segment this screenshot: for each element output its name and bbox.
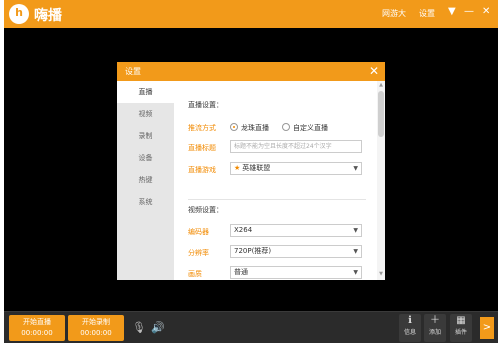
quality-select[interactable]: 普通 ▼ [230,266,362,279]
bottom-toolbar: 开始直播 00:00:00 开始录制 00:00:00 🎙 🔊 ℹ 信息 ＋ 添… [4,311,498,343]
push-method-label: 推流方式 [188,124,216,132]
game-link[interactable]: 网游大 [382,8,406,19]
info-icon: ℹ [408,315,412,326]
plugin-button[interactable]: ▦ 插件 [450,314,472,342]
minimize-icon[interactable]: — [464,6,474,17]
resolution-label: 分辨率 [188,249,209,257]
start-live-button[interactable]: 开始直播 00:00:00 [9,315,65,341]
start-live-label: 开始直播 [23,318,51,326]
plugin-icon: ▦ [456,315,466,326]
resolution-select[interactable]: 720P(推荐) ▼ [230,245,362,258]
info-button[interactable]: ℹ 信息 [399,314,421,342]
dialog-close-icon[interactable]: ✕ [369,64,379,78]
sidebar-item-live[interactable]: 直播 [117,81,174,103]
settings-content: 直播设置： 推流方式 龙珠直播 自定义直播 直播标题 标题不能为空且长度不超过2… [174,81,385,280]
push-option-longzhu-label: 龙珠直播 [241,124,269,132]
app-title: 嗨播 [34,8,62,24]
quality-label: 画质 [188,270,202,278]
encoder-select[interactable]: X264 ▼ [230,224,362,237]
dialog-title-bar: 设置 ✕ [117,62,385,81]
info-label: 信息 [403,329,416,336]
chevron-down-icon: ▼ [353,269,358,276]
speaker-icon[interactable]: 🔊 [151,321,165,334]
close-icon[interactable]: ✕ [482,6,490,17]
chevron-down-icon: ▼ [353,227,358,234]
plugin-label: 插件 [454,329,467,336]
app-window: h 嗨播 网游大 设置 ▼ — ✕ 设置 ✕ 直播 视频 录制 设备 热键 系统… [4,0,498,343]
settings-link[interactable]: 设置 [419,8,435,19]
chevron-down-icon: ▼ [353,248,358,255]
title-bar: h 嗨播 网游大 设置 ▼ — ✕ [4,0,498,28]
sidebar-item-video[interactable]: 视频 [117,103,174,125]
resolution-value: 720P(推荐) [234,247,272,255]
start-record-button[interactable]: 开始录制 00:00:00 [68,315,124,341]
dialog-title: 设置 [125,67,141,76]
settings-dialog: 设置 ✕ 直播 视频 录制 设备 热键 系统 直播设置： 推流方式 龙珠直播 自… [117,62,385,280]
expand-button[interactable]: > [480,317,494,339]
logo-icon: h [9,4,29,24]
live-game-value: 英雄联盟 [242,164,271,172]
sidebar-item-record[interactable]: 录制 [117,125,174,147]
dialog-scrollbar[interactable]: ▲ ▼ [377,81,385,280]
add-label: 添加 [428,329,441,336]
live-game-label: 直播游戏 [188,166,216,174]
push-option-longzhu-radio[interactable] [230,123,238,131]
scroll-down-icon[interactable]: ▼ [377,271,385,277]
sidebar-item-system[interactable]: 系统 [117,191,174,213]
sidebar-item-hotkey[interactable]: 热键 [117,169,174,191]
chevron-down-icon: ▼ [353,165,358,172]
push-option-custom-label: 自定义直播 [293,124,328,132]
record-timer: 00:00:00 [80,329,112,337]
scroll-up-icon[interactable]: ▲ [377,82,385,88]
section-divider [188,199,366,200]
push-option-custom-radio[interactable] [282,123,290,131]
microphone-icon[interactable]: 🎙 [132,321,146,334]
live-section-title: 直播设置： [188,101,223,109]
live-title-input[interactable]: 标题不能为空且长度不超过24个汉字 [230,140,362,153]
live-game-select[interactable]: ★ 英雄联盟 ▼ [230,162,362,175]
add-button[interactable]: ＋ 添加 [424,314,446,342]
settings-sidebar: 直播 视频 录制 设备 热键 系统 [117,81,174,280]
live-title-label: 直播标题 [188,144,216,152]
video-section-title: 视频设置： [188,206,223,214]
menu-dropdown-icon[interactable]: ▼ [448,6,456,17]
quality-value: 普通 [234,268,248,276]
star-icon: ★ [234,164,241,172]
scrollbar-thumb[interactable] [378,91,384,137]
encoder-value: X264 [234,226,253,234]
add-icon: ＋ [430,315,440,326]
encoder-label: 编码器 [188,228,209,236]
live-timer: 00:00:00 [21,329,53,337]
start-record-label: 开始录制 [82,318,110,326]
sidebar-item-device[interactable]: 设备 [117,147,174,169]
